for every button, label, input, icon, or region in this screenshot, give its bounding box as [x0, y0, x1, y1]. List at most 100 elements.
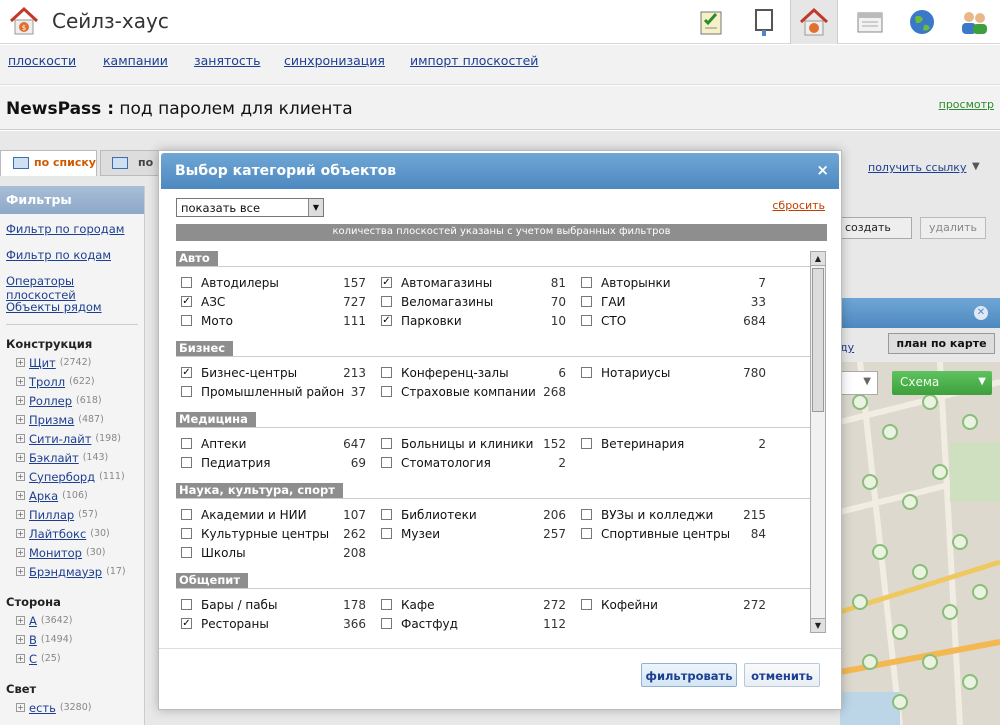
delete-button[interactable]: удалить	[920, 217, 986, 239]
sidebar-filter-item[interactable]: + С (25)	[16, 649, 144, 668]
sidebar-filter-label[interactable]: Роллер	[29, 394, 72, 408]
checkbox[interactable]	[381, 599, 392, 610]
category-checkbox-item[interactable]: Академии и НИИ 107	[181, 508, 366, 527]
checkbox-checked[interactable]: ✓	[181, 618, 192, 629]
scheme-button[interactable]: Схема ▼	[892, 371, 992, 395]
category-checkbox-item[interactable]: Ветеринария 2	[581, 437, 766, 456]
create-button[interactable]: создать	[838, 217, 912, 239]
checkbox[interactable]	[581, 367, 592, 378]
expand-icon[interactable]: +	[16, 529, 25, 538]
users-icon[interactable]	[950, 0, 998, 44]
sidebar-filter-item[interactable]: + Бэклайт (143)	[16, 448, 144, 467]
category-checkbox-item[interactable]: СТО 684	[581, 314, 766, 333]
checkbox[interactable]	[381, 296, 392, 307]
expand-icon[interactable]: +	[16, 491, 25, 500]
sidebar-filter-item[interactable]: + Пиллар (57)	[16, 505, 144, 524]
category-checkbox-item[interactable]: ✓ Парковки 10	[381, 314, 566, 333]
sidebar-filter-item[interactable]: + Призма (487)	[16, 410, 144, 429]
category-checkbox-item[interactable]: Автодилеры 157	[181, 276, 366, 295]
scroll-up-icon[interactable]: ▲	[811, 252, 825, 266]
category-checkbox-item[interactable]: ✓ Рестораны 366	[181, 617, 366, 633]
expand-icon[interactable]: +	[16, 654, 25, 663]
category-checkbox-item[interactable]: Веломагазины 70	[381, 295, 566, 314]
sidebar-filter-item[interactable]: + Тролл (622)	[16, 372, 144, 391]
expand-icon[interactable]: +	[16, 396, 25, 405]
calendar-icon[interactable]	[846, 0, 894, 44]
expand-icon[interactable]: +	[16, 635, 25, 644]
checkbox[interactable]	[181, 528, 192, 539]
nav-link-import[interactable]: импорт плоскостей	[410, 53, 538, 68]
checkbox[interactable]	[581, 315, 592, 326]
checkbox[interactable]	[581, 438, 592, 449]
expand-icon[interactable]: +	[16, 548, 25, 557]
expand-icon[interactable]: +	[16, 510, 25, 519]
category-checkbox-item[interactable]: Промышленный район 37	[181, 385, 366, 404]
sidebar-filter-item[interactable]: + А (3642)	[16, 611, 144, 630]
filter-cities-link[interactable]: Фильтр по городам	[6, 222, 144, 240]
category-checkbox-item[interactable]: Кофейни 272	[581, 598, 766, 617]
sidebar-filter-label[interactable]: Тролл	[29, 375, 65, 389]
checkbox[interactable]	[581, 528, 592, 539]
sidebar-filter-item[interactable]: + В (1494)	[16, 630, 144, 649]
category-checkbox-item[interactable]: Музеи 257	[381, 527, 566, 546]
plan-on-map-button[interactable]: план по карте	[888, 333, 995, 354]
category-checkbox-item[interactable]: Конференц-залы 6	[381, 366, 566, 385]
category-checkbox-item[interactable]: ✓ АЗС 727	[181, 295, 366, 314]
sidebar-filter-label[interactable]: Призма	[29, 413, 74, 427]
sidebar-filter-label[interactable]: Сити-лайт	[29, 432, 91, 446]
expand-icon[interactable]: +	[16, 703, 25, 712]
show-all-select[interactable]: показать все ▼	[176, 198, 324, 217]
nav-link-planes[interactable]: плоскости	[8, 53, 76, 68]
category-checkbox-item[interactable]: Бары / пабы 178	[181, 598, 366, 617]
checkbox[interactable]	[381, 438, 392, 449]
sidebar-filter-label[interactable]: В	[29, 633, 37, 647]
tab-map-view[interactable]: по	[100, 150, 160, 176]
expand-icon[interactable]: +	[16, 453, 25, 462]
chevron-down-icon[interactable]: ▼	[308, 199, 323, 216]
category-checkbox-item[interactable]: Фастфуд 112	[381, 617, 566, 633]
checklist-icon[interactable]	[688, 0, 736, 44]
scroll-thumb[interactable]	[812, 268, 824, 412]
sidebar-filter-item[interactable]: + Щит (2742)	[16, 353, 144, 372]
expand-icon[interactable]: +	[16, 377, 25, 386]
sidebar-filter-label[interactable]: Бэклайт	[29, 451, 79, 465]
house-logo-icon[interactable]: $	[8, 5, 40, 37]
checkbox[interactable]	[581, 599, 592, 610]
checkbox[interactable]	[181, 547, 192, 558]
checkbox[interactable]	[381, 528, 392, 539]
checkbox[interactable]	[581, 296, 592, 307]
category-checkbox-item[interactable]: Больницы и клиники 152	[381, 437, 566, 456]
scroll-down-icon[interactable]: ▼	[811, 618, 825, 632]
checkbox[interactable]	[181, 457, 192, 468]
chevron-down-icon[interactable]: ▼	[972, 161, 980, 172]
category-list[interactable]: Авто Автодилеры 157 ✓ Автомагазины 81 Авторынк…	[176, 251, 810, 633]
category-checkbox-item[interactable]: ✓ Бизнес-центры 213	[181, 366, 366, 385]
sidebar-filter-label[interactable]: Суперборд	[29, 470, 95, 484]
checkbox[interactable]	[181, 315, 192, 326]
checkbox[interactable]	[381, 457, 392, 468]
category-checkbox-item[interactable]: Школы 208	[181, 546, 366, 565]
cancel-button[interactable]: отменить	[744, 663, 820, 687]
nav-link-sync[interactable]: синхронизация	[284, 53, 385, 68]
category-checkbox-item[interactable]: Нотариусы 780	[581, 366, 766, 385]
filter-button[interactable]: фильтровать	[641, 663, 737, 687]
objects-nearby-link[interactable]: Объекты рядом	[6, 300, 144, 318]
checkbox[interactable]	[181, 277, 192, 288]
sidebar-filter-label[interactable]: Лайтбокс	[29, 527, 86, 541]
checkbox[interactable]	[181, 509, 192, 520]
sidebar-filter-item[interactable]: + Арка (106)	[16, 486, 144, 505]
checkbox[interactable]	[581, 509, 592, 520]
category-checkbox-item[interactable]: Страховые компании 268	[381, 385, 566, 404]
checkbox-checked[interactable]: ✓	[181, 296, 192, 307]
sidebar-filter-item[interactable]: + Роллер (618)	[16, 391, 144, 410]
category-checkbox-item[interactable]: ВУЗы и колледжи 215	[581, 508, 766, 527]
expand-icon[interactable]: +	[16, 415, 25, 424]
checkbox[interactable]	[181, 599, 192, 610]
expand-icon[interactable]: +	[16, 616, 25, 625]
filter-codes-link[interactable]: Фильтр по кодам	[6, 248, 144, 266]
sidebar-filter-item[interactable]: + Лайтбокс (30)	[16, 524, 144, 543]
sidebar-filter-item[interactable]: + Сити-лайт (198)	[16, 429, 144, 448]
checkbox-checked[interactable]: ✓	[381, 315, 392, 326]
category-checkbox-item[interactable]: Педиатрия 69	[181, 456, 366, 475]
checkbox[interactable]	[381, 618, 392, 629]
